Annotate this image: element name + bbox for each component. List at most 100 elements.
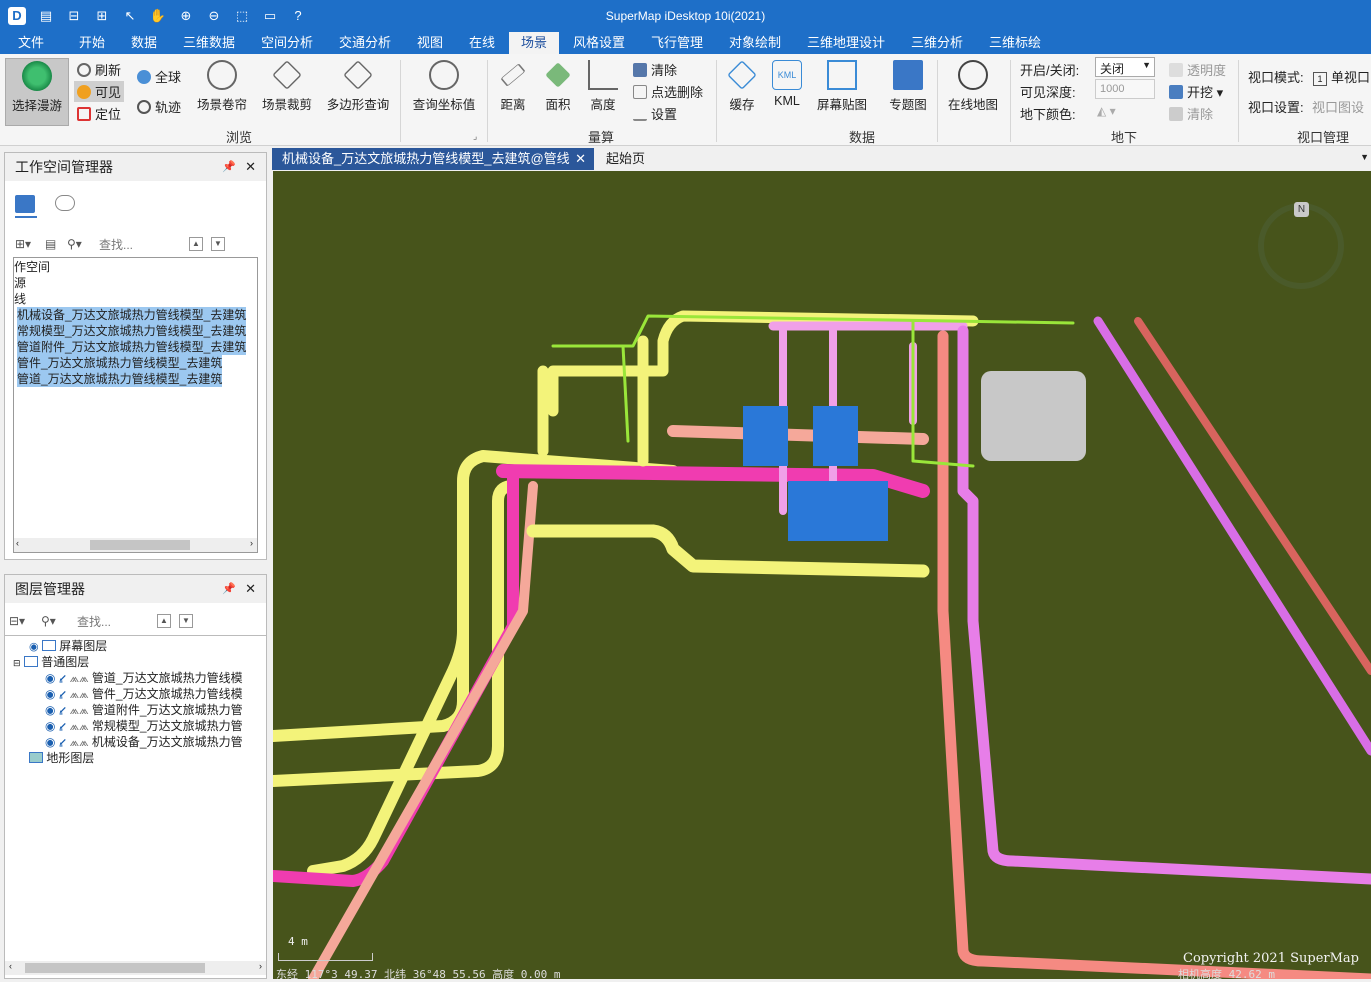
eye-icon[interactable]: ◉ [45, 671, 55, 685]
area-button[interactable]: 面积 [540, 58, 576, 122]
menu-traffic-analysis[interactable]: 交通分析 [335, 35, 395, 54]
eye-icon[interactable]: ◉ [45, 687, 55, 701]
menu-start[interactable]: 开始 [75, 35, 109, 54]
excavate-button[interactable]: 开挖 ▾ [1169, 82, 1223, 101]
cache-button[interactable]: 缓存 [724, 58, 760, 122]
menu-style[interactable]: 风格设置 [569, 35, 629, 54]
menu-online[interactable]: 在线 [465, 35, 499, 54]
menu-file[interactable]: 文件 [14, 35, 48, 54]
kml-button[interactable]: KML KML [769, 58, 805, 122]
tab-scene[interactable]: 机械设备_万达文旅城热力管线模型_去建筑@管线 ✕ [272, 148, 594, 170]
scene-clip-button[interactable]: 场景裁剪 [258, 58, 316, 122]
tabs-dropdown-icon[interactable]: ▼ [1360, 152, 1369, 162]
horizontal-scrollbar[interactable]: ‹ › [5, 961, 266, 975]
distance-button[interactable]: 距离 [495, 58, 531, 122]
open-workspace-icon[interactable]: ⊞▾ [15, 237, 37, 251]
scroll-left-icon[interactable]: ‹ [9, 961, 12, 971]
eye-icon[interactable]: ◉ [45, 719, 55, 733]
close-icon[interactable]: ✕ [245, 575, 256, 603]
tree-item-datasource[interactable]: 源 [14, 275, 26, 291]
menu-3d-analysis[interactable]: 三维分析 [907, 35, 967, 54]
menu-spatial-analysis[interactable]: 空间分析 [257, 35, 317, 54]
polygon-query-button[interactable]: 多边形查询 [324, 58, 392, 122]
menu-view[interactable]: 视图 [413, 35, 447, 54]
select-icon[interactable]: ⭹ [59, 687, 66, 701]
select-icon[interactable]: ⭹ [59, 719, 66, 733]
single-viewport-button[interactable]: 1 单视口 [1313, 67, 1370, 86]
scene-curtain-button[interactable]: 场景卷帘 [194, 58, 250, 122]
search-icon[interactable]: ⚲▾ [67, 237, 89, 251]
point-delete-button[interactable]: 点选删除 [633, 82, 703, 101]
normal-layer-node[interactable]: ⊟ 普通图层 [13, 654, 89, 670]
scene-viewport[interactable]: N 4 m Copyright 2021 SuperMap [273, 171, 1371, 979]
menu-flight[interactable]: 飞行管理 [647, 35, 707, 54]
menu-3d-geo-design[interactable]: 三维地理设计 [803, 35, 889, 54]
terrain-layer-node[interactable]: 地形图层 [29, 750, 94, 766]
select-icon[interactable]: ⭹ [59, 671, 66, 685]
tab-start-page[interactable]: 起始页 [596, 148, 655, 170]
close-icon[interactable]: ✕ [245, 153, 256, 181]
horizontal-scrollbar[interactable]: ‹ › [14, 538, 257, 552]
eye-icon[interactable]: ◉ [45, 735, 55, 749]
resource-tab-icon[interactable] [55, 195, 75, 211]
layer-add-icon[interactable]: ⊟▾ [9, 614, 37, 628]
online-map-button[interactable]: 在线地图 [944, 58, 1002, 122]
refresh-button[interactable]: 刷新 [77, 60, 121, 79]
select-roam-button[interactable]: 选择漫游 [5, 58, 69, 126]
tree-item-pipe-accessory[interactable]: 管道附件_万达文旅城热力管线模型_去建筑 [17, 339, 247, 355]
height-button[interactable]: 高度 [585, 58, 621, 122]
visible-button[interactable]: 可见 [74, 81, 125, 102]
scrollbar-thumb[interactable] [25, 963, 205, 973]
workspace-tab-icon[interactable] [15, 195, 35, 213]
transparency-button[interactable]: 透明度 [1169, 60, 1226, 79]
close-icon[interactable]: ✕ [575, 148, 586, 170]
dialog-launcher-icon[interactable]: ⌟ [473, 131, 477, 142]
scroll-right-icon[interactable]: › [250, 538, 253, 548]
layer-item-mech[interactable]: ◉ ⭹ ⩕⩕ 机械设备_万达文旅城热力管 [45, 734, 243, 750]
tree-item-mech-equipment[interactable]: 机械设备_万达文旅城热力管线模型_去建筑 [17, 307, 247, 323]
eye-icon[interactable]: ◉ [29, 641, 39, 653]
new-icon[interactable]: ▤ [45, 237, 67, 251]
compass-north-icon[interactable]: N [1294, 202, 1309, 217]
arrow-down-icon[interactable]: ▼ [179, 614, 193, 628]
depth-input[interactable]: 1000 [1095, 79, 1155, 99]
menu-3d-plot[interactable]: 三维标绘 [985, 35, 1045, 54]
menu-scene[interactable]: 场景 [509, 32, 559, 54]
tree-item-pipe-fitting[interactable]: 管件_万达文旅城热力管线模型_去建筑 [17, 355, 223, 371]
tree-item-pipeline[interactable]: 线 [14, 291, 26, 307]
locate-button[interactable]: 定位 [77, 104, 121, 123]
layer-item-pipe[interactable]: ◉ ⭹ ⩕⩕ 管道_万达文旅城热力管线模 [45, 670, 243, 686]
scrollbar-thumb[interactable] [90, 540, 190, 550]
screen-paste-button[interactable]: 屏幕贴图 [813, 58, 871, 122]
tree-item-normal-model[interactable]: 常规模型_万达文旅城热力管线模型_去建筑 [17, 323, 247, 339]
thematic-button[interactable]: 专题图 [885, 58, 931, 122]
arrow-up-icon[interactable]: ▲ [157, 614, 171, 628]
pin-icon[interactable]: 📌 [222, 153, 236, 181]
menu-data[interactable]: 数据 [127, 35, 161, 54]
tree-item-pipe[interactable]: 管道_万达文旅城热力管线模型_去建筑 [17, 371, 223, 387]
tree-item-workspace[interactable]: 作空间 [14, 259, 50, 275]
select-icon[interactable]: ⭹ [59, 703, 66, 717]
layer-item-accessory[interactable]: ◉ ⭹ ⩕⩕ 管道附件_万达文旅城热力管 [45, 702, 243, 718]
menu-object-draw[interactable]: 对象绘制 [725, 35, 785, 54]
pin-icon[interactable]: 📌 [222, 575, 236, 603]
workspace-search-input[interactable]: 查找... [99, 236, 189, 253]
clear-underground-button[interactable]: 清除 [1169, 104, 1213, 123]
viewport-settings-value[interactable]: 视口图设 [1312, 97, 1364, 116]
arrow-down-icon[interactable]: ▼ [211, 237, 225, 251]
layer-item-fitting[interactable]: ◉ ⭹ ⩕⩕ 管件_万达文旅城热力管线模 [45, 686, 243, 702]
open-close-select[interactable]: 关闭 ▼ [1095, 57, 1155, 77]
track-button[interactable]: 轨迹 [137, 97, 181, 116]
ground-color-picker-icon[interactable]: ◭ ▾ [1097, 104, 1116, 118]
clear-button[interactable]: 清除 [633, 60, 677, 79]
scroll-right-icon[interactable]: › [259, 961, 262, 971]
query-coord-button[interactable]: 查询坐标值 [409, 58, 479, 122]
arrow-up-icon[interactable]: ▲ [189, 237, 203, 251]
select-icon[interactable]: ⭹ [59, 735, 66, 749]
search-icon[interactable]: ⚲▾ [41, 614, 63, 628]
layer-item-normal-model[interactable]: ◉ ⭹ ⩕⩕ 常规模型_万达文旅城热力管 [45, 718, 243, 734]
collapse-icon[interactable]: ⊟ [13, 658, 21, 668]
scroll-left-icon[interactable]: ‹ [16, 538, 19, 548]
globe-button[interactable]: 全球 [137, 67, 181, 86]
measure-settings-button[interactable]: 设置 [633, 104, 677, 123]
